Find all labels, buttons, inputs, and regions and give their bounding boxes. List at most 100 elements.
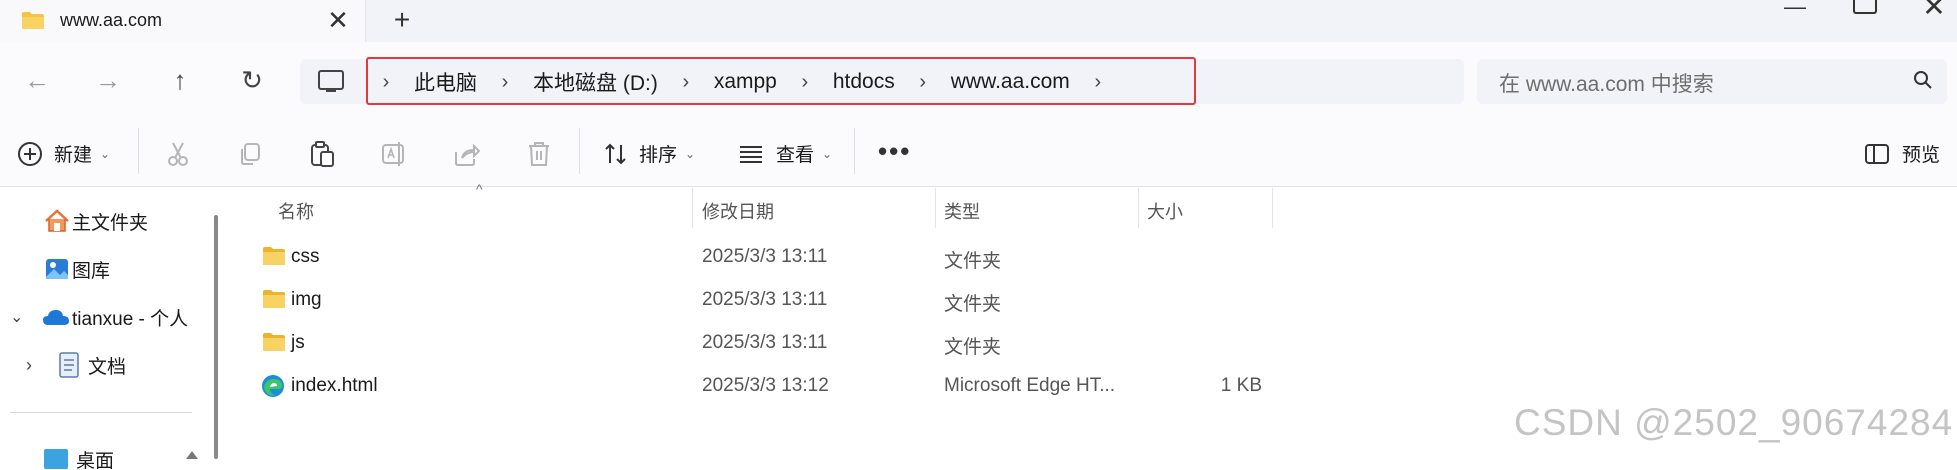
breadcrumb-item-htdocs[interactable]: htdocs	[823, 70, 905, 94]
scroll-up-arrow-icon[interactable]	[186, 451, 198, 459]
file-name: css	[291, 246, 320, 267]
search-icon[interactable]	[1913, 70, 1933, 90]
file-name: img	[291, 289, 322, 310]
breadcrumb-chevron-icon[interactable]: ›	[668, 71, 704, 94]
column-header-type[interactable]: 类型	[944, 198, 980, 224]
preview-label: 预览	[1902, 145, 1941, 166]
folder-icon	[22, 12, 44, 29]
sidebar-item-home[interactable]: 主文件夹	[44, 206, 148, 236]
tab-www-aa-com[interactable]	[0, 0, 366, 42]
maximize-button[interactable]	[1853, 0, 1877, 14]
sort-icon	[605, 143, 626, 164]
onedrive-cloud-icon	[43, 310, 69, 325]
breadcrumb-chevron-icon[interactable]: ›	[905, 71, 941, 94]
file-size: 1 KB	[1220, 375, 1262, 396]
breadcrumb-item-local-disk-d[interactable]: 本地磁盘 (D:)	[523, 67, 668, 97]
command-bar	[0, 116, 1957, 187]
desktop-icon	[44, 449, 68, 469]
file-name: index.html	[291, 375, 378, 396]
folder-icon	[263, 333, 285, 351]
minimize-button[interactable]: —	[1781, 0, 1809, 19]
breadcrumb-item-this-pc[interactable]: 此电脑	[404, 67, 487, 97]
this-pc-icon[interactable]	[318, 70, 344, 92]
file-type: 文件夹	[944, 337, 1002, 358]
file-name: js	[291, 332, 305, 353]
plus-icon	[18, 141, 42, 166]
share-icon[interactable]	[452, 140, 480, 168]
sidebar-item-desktop[interactable]: 桌面	[44, 448, 114, 470]
file-modified: 2025/3/3 13:12	[702, 375, 829, 396]
close-window-button[interactable]: ✕	[1920, 0, 1948, 23]
breadcrumb-chevron-icon[interactable]: ›	[787, 71, 823, 94]
preview-pane-button[interactable]: 预览	[1864, 140, 1940, 167]
column-separator[interactable]	[692, 188, 693, 228]
file-type: Microsoft Edge HT...	[944, 375, 1116, 396]
file-modified: 2025/3/3 13:11	[702, 332, 828, 353]
preview-pane-icon	[1865, 143, 1889, 164]
chevron-down-icon: ⌄	[822, 146, 833, 161]
breadcrumb-chevron-icon[interactable]: ›	[1080, 71, 1116, 94]
refresh-button[interactable]: ↻	[232, 60, 272, 100]
sort-button[interactable]: 排序 ⌄	[603, 140, 695, 167]
view-button[interactable]: 查看 ⌄	[738, 140, 832, 167]
up-button[interactable]: ↑	[160, 60, 200, 100]
toolbar-divider	[579, 128, 580, 174]
column-header-size[interactable]: 大小	[1147, 198, 1183, 224]
sidebar-item-label: 桌面	[76, 450, 115, 470]
chevron-down-icon: ⌄	[100, 146, 111, 161]
tab-close-button[interactable]: ✕	[324, 6, 352, 34]
sidebar-divider	[10, 412, 192, 413]
sidebar-item-label: 文档	[88, 356, 127, 378]
sidebar-item-label: 图库	[72, 260, 111, 282]
sidebar-item-label: tianxue - 个人	[72, 308, 189, 330]
breadcrumb: › 此电脑 › 本地磁盘 (D:) › xampp › htdocs › www…	[368, 67, 1116, 97]
sort-button-label: 排序	[639, 145, 678, 166]
file-modified: 2025/3/3 13:11	[702, 246, 828, 267]
sidebar-item-onedrive[interactable]: ⌄ tianxue - 个人	[10, 302, 188, 332]
chevron-down-icon[interactable]: ⌄	[10, 307, 34, 327]
new-button-label: 新建	[54, 145, 93, 166]
search-placeholder: 在 www.aa.com 中搜索	[1499, 73, 1714, 96]
file-type: 文件夹	[944, 294, 1002, 315]
breadcrumb-item-xampp[interactable]: xampp	[704, 70, 787, 94]
toolbar-divider	[854, 128, 855, 174]
back-button[interactable]: ←	[17, 60, 57, 100]
column-header-name[interactable]: 名称	[278, 198, 314, 224]
copy-icon[interactable]	[236, 140, 264, 168]
paste-icon[interactable]	[308, 140, 336, 168]
gallery-icon	[46, 259, 68, 279]
watermark-text: CSDN @2502_90674284	[1514, 402, 1954, 443]
breadcrumb-chevron-icon[interactable]: ›	[487, 71, 523, 94]
view-icon	[740, 145, 762, 163]
delete-icon[interactable]	[525, 140, 553, 168]
document-icon	[59, 352, 79, 378]
new-button[interactable]: 新建 ⌄	[18, 140, 110, 167]
column-header-modified[interactable]: 修改日期	[702, 198, 774, 224]
edge-html-icon	[262, 375, 284, 397]
column-separator[interactable]	[935, 188, 936, 228]
tab-title: www.aa.com	[60, 10, 163, 30]
sidebar-scrollbar[interactable]	[214, 215, 218, 459]
sort-ascending-icon: ^	[476, 181, 483, 197]
column-separator[interactable]	[1138, 188, 1139, 228]
chevron-down-icon: ⌄	[685, 146, 696, 161]
rename-icon[interactable]	[380, 140, 408, 168]
sidebar-item-documents[interactable]: › 文档	[26, 350, 126, 380]
view-button-label: 查看	[776, 145, 815, 166]
new-tab-button[interactable]: +	[388, 6, 416, 34]
folder-icon	[263, 247, 285, 265]
forward-button[interactable]: →	[88, 60, 128, 100]
folder-icon	[263, 290, 285, 308]
breadcrumb-item-www-aa-com[interactable]: www.aa.com	[941, 70, 1080, 94]
cut-icon[interactable]	[164, 140, 192, 168]
sidebar-item-gallery[interactable]: 图库	[44, 254, 110, 284]
breadcrumb-chevron-icon[interactable]: ›	[368, 71, 404, 94]
file-modified: 2025/3/3 13:11	[702, 289, 828, 310]
toolbar-divider	[138, 128, 139, 174]
sidebar-item-label: 主文件夹	[72, 212, 149, 234]
file-type: 文件夹	[944, 251, 1002, 272]
more-options-button[interactable]: •••	[878, 136, 911, 167]
home-icon	[45, 209, 69, 232]
column-separator[interactable]	[1272, 188, 1273, 228]
chevron-right-icon[interactable]: ›	[26, 355, 50, 376]
